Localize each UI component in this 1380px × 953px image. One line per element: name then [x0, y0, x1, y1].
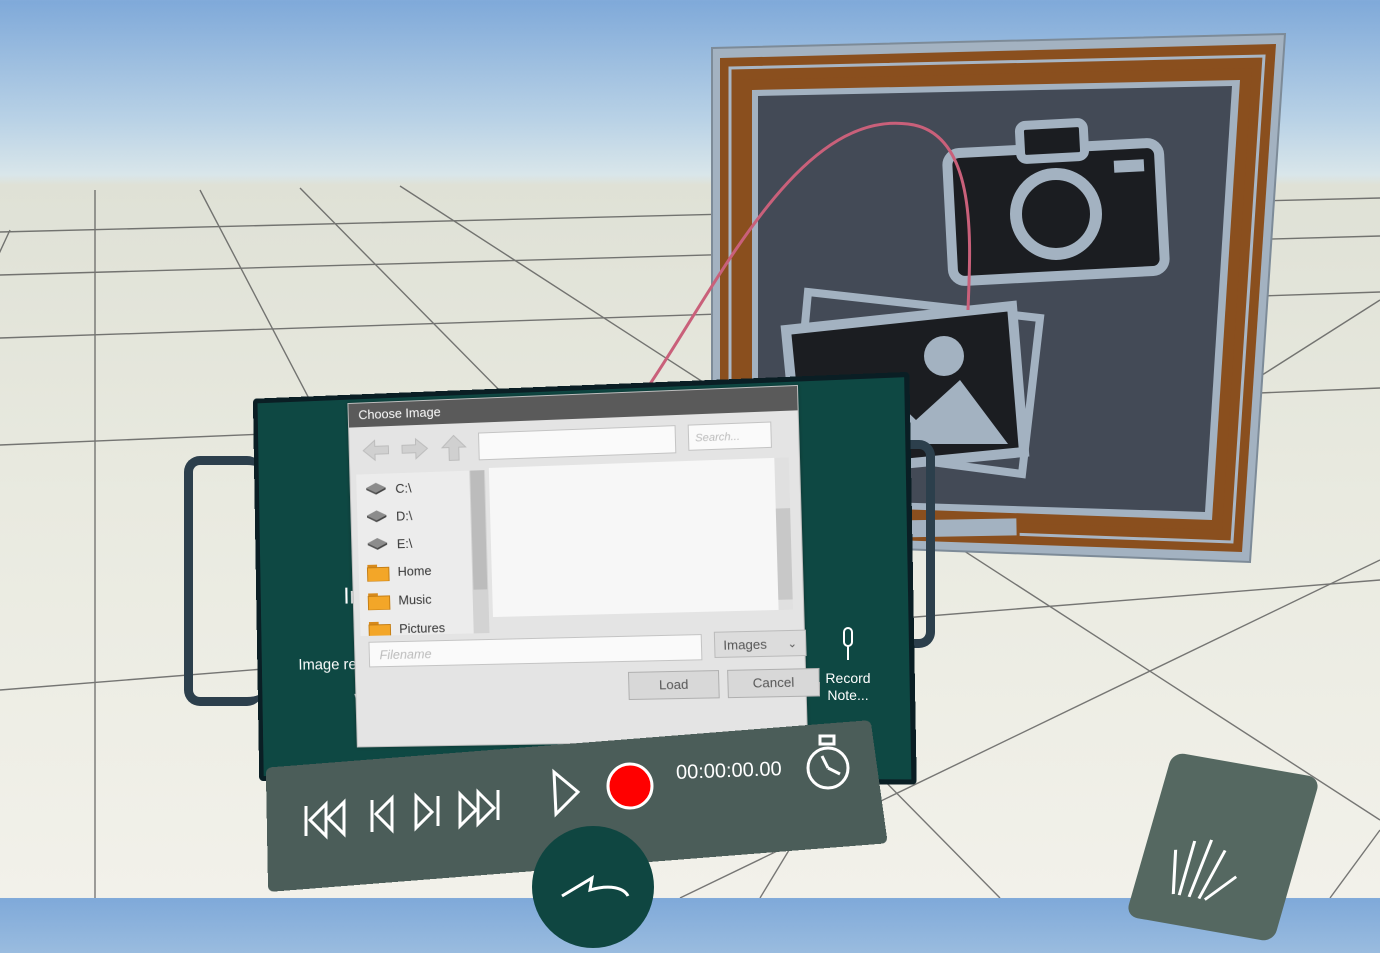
stopwatch-icon[interactable] [806, 734, 850, 790]
play-icon[interactable] [552, 768, 581, 818]
previous-frame-icon[interactable] [370, 794, 394, 834]
back-arrow-icon [561, 875, 630, 898]
skip-to-end-icon[interactable] [458, 788, 500, 830]
next-frame-icon[interactable] [414, 792, 440, 832]
time-readout: 00:00:00.00 [675, 758, 782, 784]
back-button-circle[interactable] [532, 826, 654, 948]
skip-to-start-icon[interactable] [304, 798, 346, 840]
record-button[interactable] [606, 762, 654, 810]
